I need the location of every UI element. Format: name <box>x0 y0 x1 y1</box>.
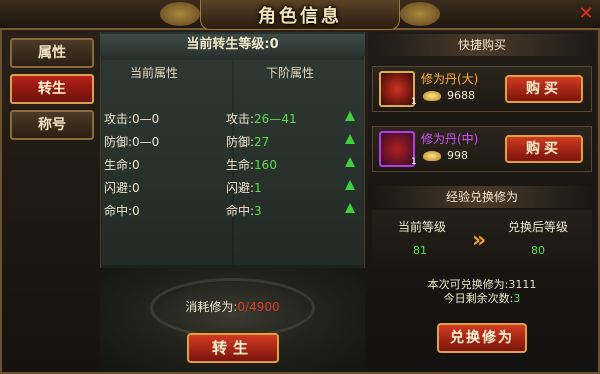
dragon-ornament-left <box>160 2 200 26</box>
item-price: 998 <box>447 149 468 162</box>
stat-label: 攻击: <box>226 112 255 126</box>
current-defense: 防御:0—0 <box>104 133 159 150</box>
arrow-up-icon <box>345 111 355 121</box>
close-icon[interactable]: ✕ <box>576 4 596 24</box>
remaining-label: 今日剩余次数: <box>443 292 514 305</box>
window-title: 角色信息 <box>258 6 342 27</box>
shop-item: 1 修为丹(中) 998 购买 <box>372 126 592 172</box>
remaining-value: 3 <box>513 292 521 305</box>
remaining-line: 今日剩余次数:3 <box>372 290 592 306</box>
rebirth-level: 当前转生等级:0 <box>100 34 365 56</box>
next-hit: 命中:3 <box>226 202 262 219</box>
next-defense: 防御:27 <box>226 133 269 150</box>
gold-ingot-icon <box>423 151 441 161</box>
stat-value: 0 <box>132 158 140 172</box>
stat-value: 160 <box>254 158 277 172</box>
exchange-button[interactable]: 兑换修为 <box>437 323 527 353</box>
current-attr-header: 当前属性 <box>130 66 179 80</box>
item-name: 修为丹(中) <box>421 132 479 146</box>
stat-value: 3 <box>254 204 262 218</box>
current-attack: 攻击:0—0 <box>104 110 159 127</box>
tab-title[interactable]: 称号 <box>10 110 94 140</box>
item-price: 9688 <box>447 89 475 102</box>
pill-large-icon[interactable] <box>379 71 415 107</box>
tab-attributes[interactable]: 属性 <box>10 38 94 68</box>
tab-rebirth[interactable]: 转生 <box>10 74 94 104</box>
stat-label: 防御: <box>226 135 255 149</box>
item-qty: 1 <box>411 97 417 107</box>
chevron-right-icon: » <box>472 228 487 253</box>
current-level-value: 81 <box>413 244 427 257</box>
item-qty: 1 <box>411 157 417 167</box>
next-attr-header: 下阶属性 <box>266 66 315 80</box>
dragon-ornament-right <box>400 2 440 26</box>
stat-label: 命中: <box>226 204 255 218</box>
buy-button[interactable]: 购买 <box>505 135 583 163</box>
item-name: 修为丹(大) <box>421 72 479 86</box>
stat-label: 闪避: <box>104 181 133 195</box>
next-attack: 攻击:26—41 <box>226 110 297 127</box>
stat-value: 0—0 <box>132 135 160 149</box>
stat-value: 1 <box>254 181 262 195</box>
stat-label: 命中: <box>104 204 133 218</box>
stat-label: 防御: <box>104 135 133 149</box>
current-hp: 生命:0 <box>104 156 140 173</box>
current-dodge: 闪避:0 <box>104 179 140 196</box>
stat-value: 0 <box>132 204 140 218</box>
stat-label: 攻击: <box>104 112 133 126</box>
cost-value: 0/4900 <box>237 300 280 314</box>
arrow-up-icon <box>345 203 355 213</box>
stat-value: 26—41 <box>254 112 297 126</box>
pill-medium-icon[interactable] <box>379 131 415 167</box>
cost-label: 消耗修为: <box>185 300 238 314</box>
after-level-value: 80 <box>531 244 545 257</box>
stat-value: 27 <box>254 135 270 149</box>
current-hit: 命中:0 <box>104 202 140 219</box>
current-level-label: 当前等级 <box>398 220 447 234</box>
stat-value: 0—0 <box>132 112 160 126</box>
stat-value: 0 <box>132 181 140 195</box>
exchange-header: 经验兑换修为 <box>372 186 592 208</box>
next-dodge: 闪避:1 <box>226 179 262 196</box>
shop-item: 1 修为丹(大) 9688 购买 <box>372 66 592 112</box>
next-hp: 生命:160 <box>226 156 277 173</box>
cost-line: 消耗修为:0/4900 <box>100 298 365 315</box>
arrow-up-icon <box>345 157 355 167</box>
quick-buy-header: 快捷购买 <box>372 34 592 56</box>
stat-label: 闪避: <box>226 181 255 195</box>
buy-button[interactable]: 购买 <box>505 75 583 103</box>
rebirth-button[interactable]: 转生 <box>187 333 279 363</box>
arrow-up-icon <box>345 180 355 190</box>
stat-label: 生命: <box>226 158 255 172</box>
stat-label: 生命: <box>104 158 133 172</box>
after-level-label: 兑换后等级 <box>508 220 569 234</box>
arrow-up-icon <box>345 134 355 144</box>
gold-ingot-icon <box>423 91 441 101</box>
